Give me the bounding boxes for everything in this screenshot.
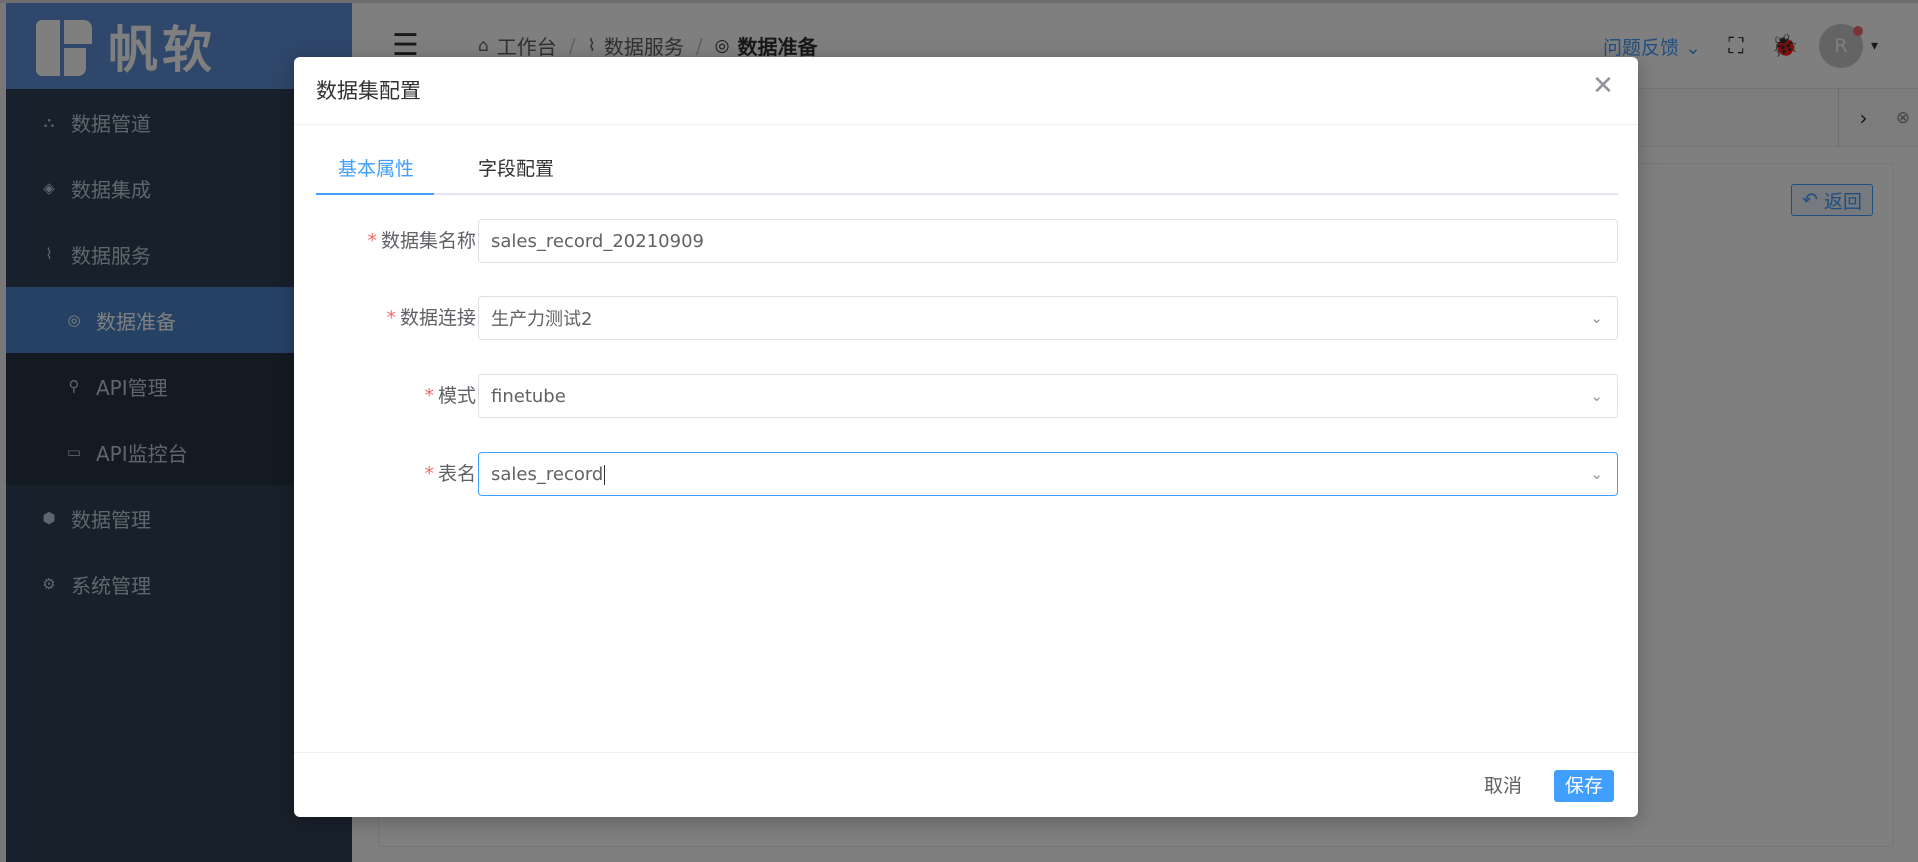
schema-select[interactable]: finetube ⌄ [478,374,1618,418]
save-button[interactable]: 保存 [1554,770,1614,802]
table-value-wrap: sales_record [491,464,1605,485]
schema-value: finetube [491,385,566,407]
dataset-name-input[interactable]: sales_record_20210909 [478,219,1618,263]
form-row-dataset-name: * 数据集名称 sales_record_20210909 [294,219,1638,263]
required-asterisk: * [424,463,434,485]
connection-label: * 数据连接 [386,296,476,340]
dialog-tabs: 基本属性 字段配置 [316,147,1618,195]
chevron-down-icon: ⌄ [1590,309,1603,327]
dataset-name-value: sales_record_20210909 [491,230,704,252]
table-label: * 表名 [424,452,476,496]
app-root: 帆软 ⛬ 数据管道 ◈ 数据集成 ⌇ 数据服务 ◎ 数据准备 ⚲ API管理 [0,0,1918,862]
dialog-title: 数据集配置 [316,79,421,103]
required-asterisk: * [424,385,434,407]
table-select[interactable]: sales_record ⌄ [478,452,1618,496]
tab-field-config[interactable]: 字段配置 [456,147,576,195]
form-row-connection: * 数据连接 生产力测试2 ⌄ [294,296,1638,340]
close-icon[interactable]: ✕ [1588,71,1618,101]
table-value: sales_record [491,463,604,485]
dialog-footer: 取消 保存 [294,752,1638,817]
connection-select[interactable]: 生产力测试2 ⌄ [478,296,1618,340]
dataset-name-label-text: 数据集名称 [380,230,476,252]
dialog-header: 数据集配置 ✕ [294,57,1638,125]
connection-value: 生产力测试2 [491,309,593,330]
tab-basic-properties[interactable]: 基本属性 [316,147,436,195]
schema-label: * 模式 [424,374,476,418]
active-tab-indicator [316,193,434,195]
chevron-down-icon: ⌄ [1590,465,1603,483]
required-asterisk: * [386,307,396,329]
required-asterisk: * [367,230,377,252]
schema-label-text: 模式 [437,385,476,407]
chevron-down-icon: ⌄ [1590,387,1603,405]
dataset-config-dialog: 数据集配置 ✕ 基本属性 字段配置 * 数据集名称 sales_record_20… [294,57,1638,817]
cancel-button[interactable]: 取消 [1484,770,1522,802]
connection-label-text: 数据连接 [399,307,476,329]
text-cursor [604,464,606,485]
dataset-name-label: * 数据集名称 [367,219,476,263]
form-row-schema: * 模式 finetube ⌄ [294,374,1638,418]
form-row-table: * 表名 sales_record ⌄ [294,452,1638,496]
table-label-text: 表名 [437,463,476,485]
